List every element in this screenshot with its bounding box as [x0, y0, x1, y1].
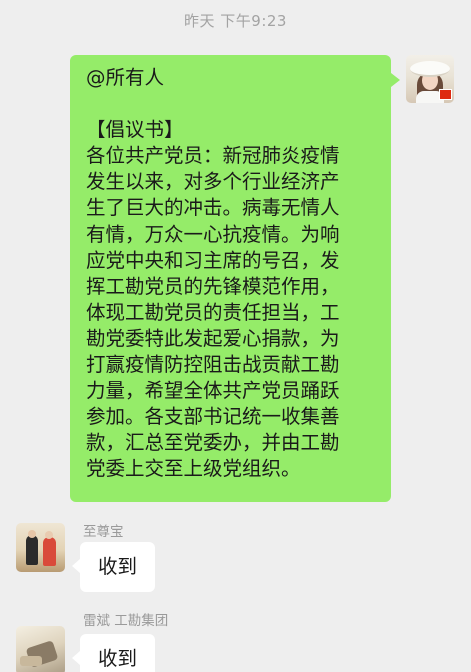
message-timestamp: 昨天 下午9:23	[184, 12, 287, 30]
user-avatar-zhizunbao-icon[interactable]	[16, 523, 65, 572]
user-avatar-self-icon[interactable]	[406, 55, 454, 103]
china-flag-icon	[439, 89, 452, 100]
user-avatar-leibin-icon[interactable]	[16, 626, 65, 672]
outgoing-message-text: @所有人 【倡议书】 各位共产党员：新冠肺炎疫情 发生以来，对多个行业经济产 生…	[86, 66, 340, 481]
chat-screen: 昨天 下午9:23 @所有人 【倡议书】 各位共产党员：新冠肺炎疫情 发生以来，…	[0, 0, 471, 672]
incoming-message-bubble-leibin[interactable]: 收到	[71, 634, 156, 672]
sender-name-zhizunbao: 至尊宝	[83, 524, 124, 540]
incoming-message-bubble-zhizunbao[interactable]: 收到	[71, 542, 156, 592]
outgoing-message-bubble[interactable]: @所有人 【倡议书】 各位共产党员：新冠肺炎疫情 发生以来，对多个行业经济产 生…	[70, 55, 400, 502]
sender-name-leibin: 雷斌 工勘集团	[83, 613, 169, 629]
